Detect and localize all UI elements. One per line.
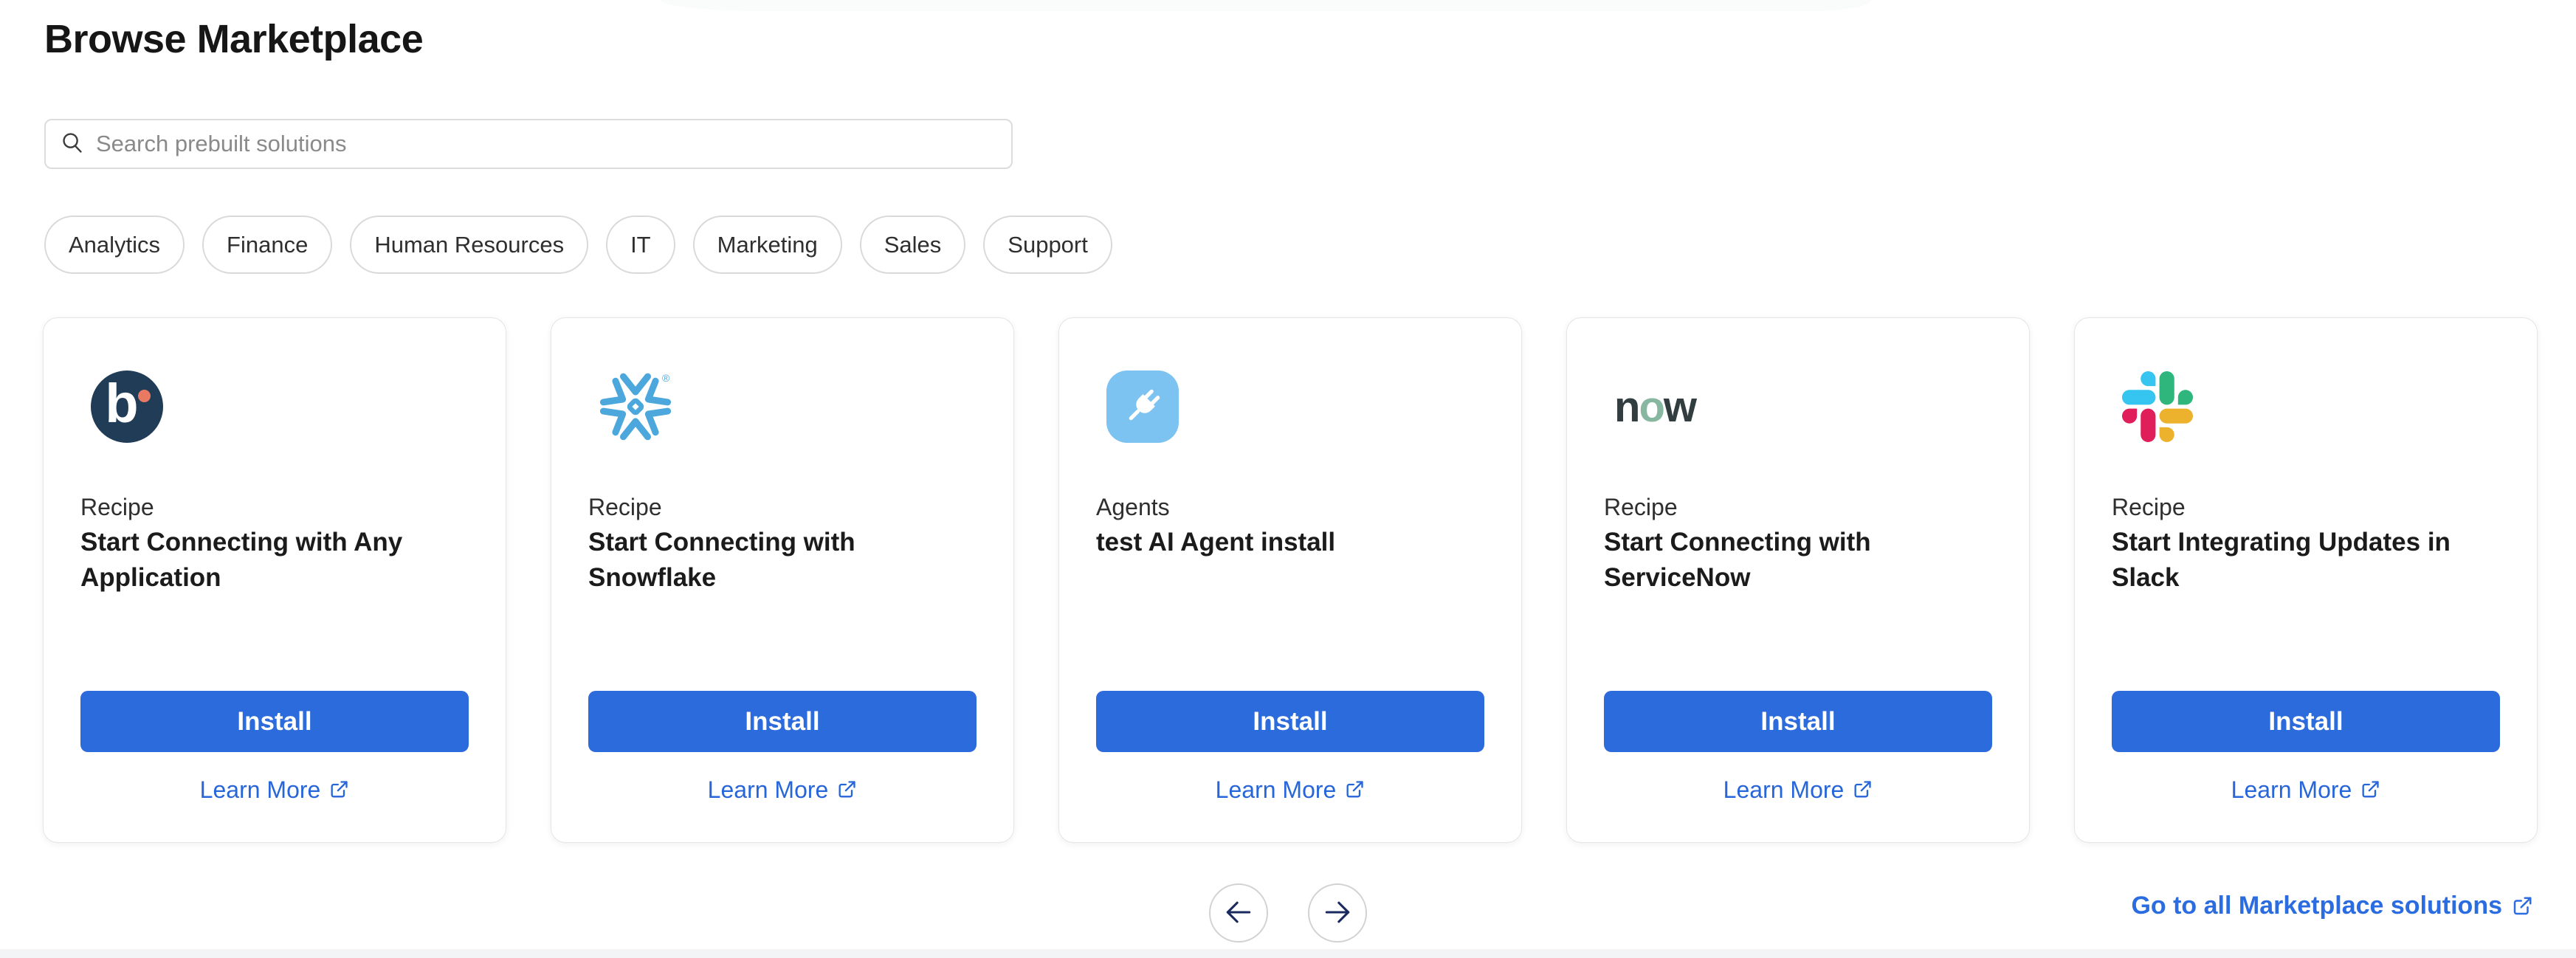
card-title: Start Connecting with ServiceNow [1604, 525, 1992, 596]
top-overlay-edge [661, 0, 1871, 11]
agent-plug-icon [1106, 370, 1484, 444]
right-arrow-icon [1321, 896, 1354, 931]
card-category-label: Agents [1096, 492, 1484, 522]
learn-more-label: Learn More [1723, 776, 1845, 804]
footer-link-label: Go to all Marketplace solutions [2131, 892, 2502, 920]
marketplace-card-test-ai-agent-install: Agents test AI Agent install Install Lea… [1058, 317, 1522, 843]
learn-more-label: Learn More [200, 776, 321, 804]
category-filters: Analytics Finance Human Resources IT Marketi… [44, 216, 1112, 274]
filter-pill-it[interactable]: IT [606, 216, 675, 274]
carousel-next-button[interactable] [1308, 883, 1367, 943]
external-link-icon [328, 779, 349, 800]
external-link-icon [1344, 779, 1365, 800]
search-input[interactable] [96, 131, 996, 157]
install-button[interactable]: Install [1096, 691, 1484, 752]
card-category-label: Recipe [1604, 492, 1992, 522]
filter-pill-finance[interactable]: Finance [202, 216, 332, 274]
learn-more-link[interactable]: Learn More [44, 773, 506, 806]
next-section-edge [0, 949, 2576, 958]
card-title: Start Connecting with Any Application [80, 525, 469, 596]
card-category-label: Recipe [588, 492, 977, 522]
learn-more-link[interactable]: Learn More [1567, 773, 2029, 806]
external-link-icon [836, 779, 857, 800]
filter-pill-support[interactable]: Support [983, 216, 1112, 274]
learn-more-link[interactable]: Learn More [551, 773, 1013, 806]
learn-more-link[interactable]: Learn More [1059, 773, 1521, 806]
install-button[interactable]: Install [2112, 691, 2500, 752]
svg-text:®: ® [662, 372, 670, 384]
marketplace-card-start-connecting-with-any-application: b Recipe Start Connecting with Any Appli… [43, 317, 506, 843]
search-bar [44, 119, 1013, 169]
external-link-icon [2511, 895, 2533, 917]
external-link-icon [1852, 779, 1873, 800]
filter-pill-analytics[interactable]: Analytics [44, 216, 185, 274]
filter-pill-sales[interactable]: Sales [860, 216, 966, 274]
marketplace-card-start-connecting-with-snowflake: ® Recipe Start Connecting with Snowflake… [551, 317, 1014, 843]
card-title: Start Integrating Updates in Slack [2112, 525, 2500, 596]
install-button[interactable]: Install [80, 691, 469, 752]
filter-pill-marketing[interactable]: Marketing [693, 216, 842, 274]
card-category-label: Recipe [2112, 492, 2500, 522]
external-link-icon [2360, 779, 2380, 800]
learn-more-label: Learn More [1216, 776, 1337, 804]
carousel-prev-button[interactable] [1209, 883, 1268, 943]
learn-more-label: Learn More [2231, 776, 2352, 804]
go-to-all-marketplace-link[interactable]: Go to all Marketplace solutions [2131, 892, 2533, 920]
card-title: Start Connecting with Snowflake [588, 525, 977, 596]
marketplace-card-start-integrating-updates-in-slack: Recipe Start Integrating Updates in Slac… [2074, 317, 2538, 843]
left-arrow-icon [1222, 896, 1255, 931]
card-title: test AI Agent install [1096, 525, 1484, 560]
snowflake-icon: ® [599, 370, 977, 444]
servicenow-icon: now [1614, 370, 1992, 444]
learn-more-link[interactable]: Learn More [2075, 773, 2537, 806]
search-icon [61, 131, 84, 158]
page-title: Browse Marketplace [44, 15, 423, 63]
slack-icon [2122, 370, 2500, 444]
install-button[interactable]: Install [1604, 691, 1992, 752]
b-app-icon: b [91, 370, 469, 444]
learn-more-label: Learn More [708, 776, 829, 804]
card-category-label: Recipe [80, 492, 469, 522]
marketplace-card-start-connecting-with-servicenow: now Recipe Start Connecting with Service… [1566, 317, 2030, 843]
filter-pill-human-resources[interactable]: Human Resources [350, 216, 588, 274]
marketplace-cards: b Recipe Start Connecting with Any Appli… [43, 317, 2538, 843]
install-button[interactable]: Install [588, 691, 977, 752]
browse-marketplace-page: Browse Marketplace Analytics Finance Human… [0, 0, 2576, 958]
